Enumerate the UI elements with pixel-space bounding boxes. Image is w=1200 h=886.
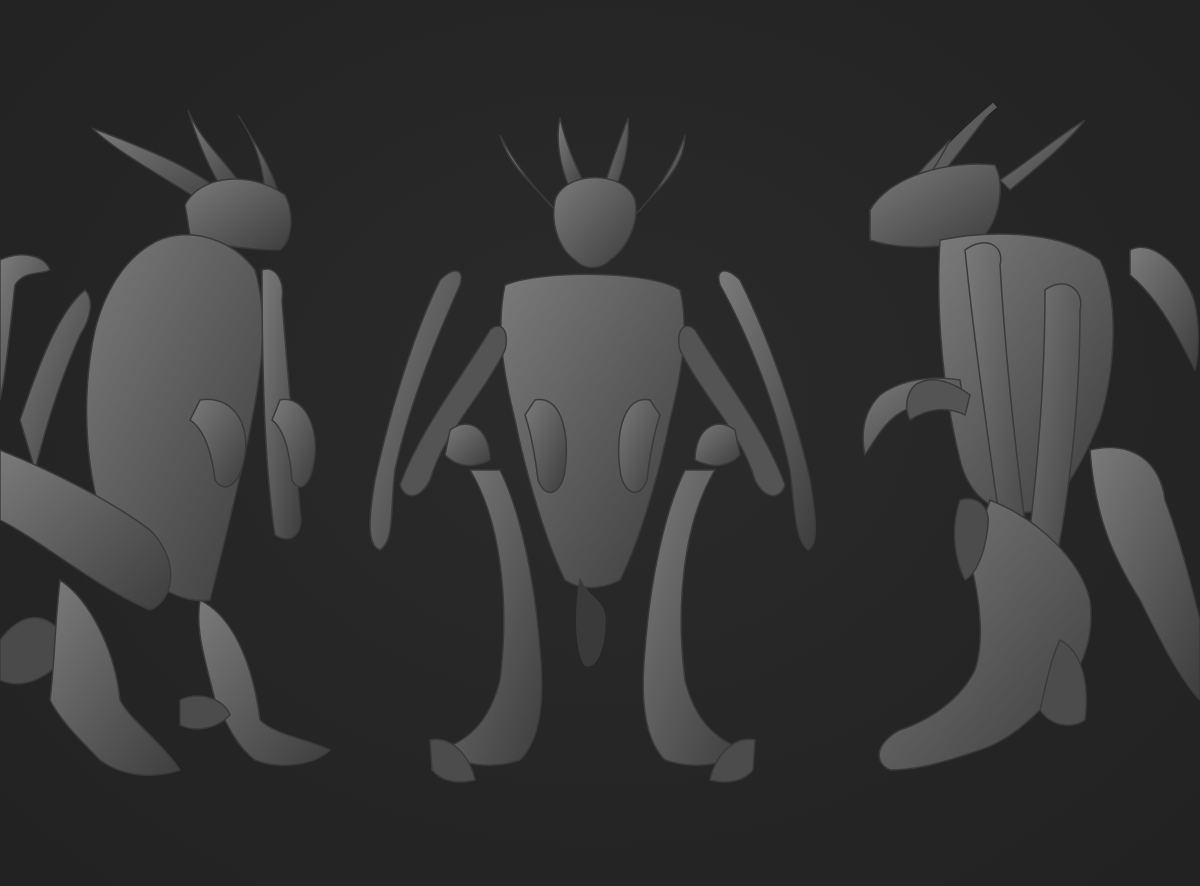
- creature-three-quarter-view: [0, 109, 332, 776]
- creature-side-view: [862, 102, 1200, 771]
- render-viewport: [0, 0, 1200, 886]
- creature-front-view: [369, 117, 817, 783]
- sculpt-render: [0, 102, 1200, 783]
